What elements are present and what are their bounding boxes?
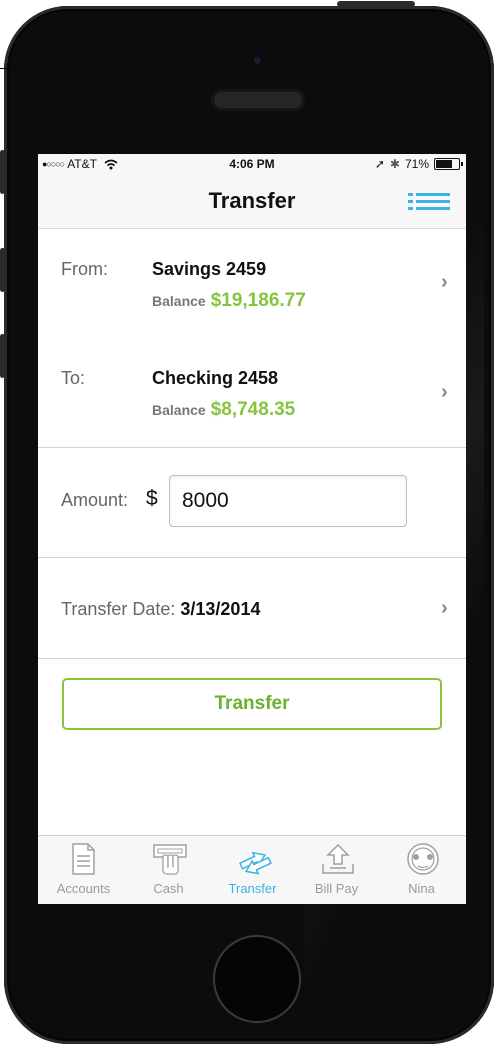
to-balance-label: Balance [152,402,206,418]
tab-accounts[interactable]: Accounts [41,836,126,904]
mute-switch [0,150,5,194]
amount-label: Amount: [61,490,129,510]
from-account-row[interactable]: From: Savings 2459 Balance $19,186.77 › [38,229,466,340]
tab-label: Cash [153,881,184,896]
tab-label: Nina [408,881,435,896]
home-button[interactable] [213,935,301,1023]
to-balance-value: $8,748.35 [210,399,296,420]
from-balance-label: Balance [152,293,206,309]
to-label: To: [61,368,86,388]
bluetooth-icon: ✱ [389,157,400,171]
from-balance-line: Balance $19,186.77 [152,290,306,312]
background-line [0,68,12,69]
to-account-name: Checking 2458 [152,368,279,388]
transfer-arrows-icon [239,851,272,875]
transfer-date-value: 3/13/2014 [180,599,261,619]
tab-nina[interactable]: Nina [379,836,464,904]
tab-bill-pay[interactable]: Bill Pay [294,836,379,904]
status-bar: ●○○○○ AT&T 4:06 PM ➚ ✱ 71% [38,154,466,174]
location-icon: ➚ [374,157,385,171]
from-account-name: Savings 2459 [152,259,267,279]
from-label: From: [61,259,108,279]
front-camera [251,54,264,67]
volume-up-button [0,248,5,292]
earpiece-speaker [211,89,305,111]
tab-transfer[interactable]: Transfer [210,836,295,904]
currency-symbol: $ [146,487,158,510]
document-icon [72,843,95,875]
app-screen: ●○○○○ AT&T 4:06 PM ➚ ✱ 71% Transfer From… [38,154,466,904]
list-menu-icon[interactable] [408,193,450,211]
to-account-row[interactable]: To: Checking 2458 Balance $8,748.35 › [38,339,466,448]
transfer-button[interactable]: Transfer [62,678,442,730]
battery-level [436,160,452,168]
upload-tray-icon [322,843,354,874]
chevron-right-icon: › [441,271,448,293]
battery-percent: 71% [404,157,429,171]
transfer-date-row[interactable]: Transfer Date: 3/13/2014 › [38,558,466,659]
chevron-right-icon: › [441,597,448,619]
nina-assistant-icon [407,843,439,875]
power-button [337,1,415,7]
page-title: Transfer [208,188,296,213]
transfer-date-label: Transfer Date: [61,599,176,619]
navigation-bar: Transfer [38,174,466,229]
from-balance-value: $19,186.77 [210,290,306,311]
tab-label: Accounts [56,881,111,896]
battery-icon [434,158,463,170]
tab-label: Bill Pay [314,881,359,896]
tab-label: Transfer [228,881,277,896]
tab-bar: Accounts Cash Transfer Bill Pay Nina [38,835,466,904]
to-balance-line: Balance $8,748.35 [152,399,295,421]
volume-down-button [0,334,5,378]
chevron-right-icon: › [441,381,448,403]
tab-cash[interactable]: Cash [126,836,211,904]
transfer-date-line: Transfer Date: 3/13/2014 [61,599,260,620]
amount-input[interactable] [169,475,407,527]
atm-cash-icon [153,844,187,875]
